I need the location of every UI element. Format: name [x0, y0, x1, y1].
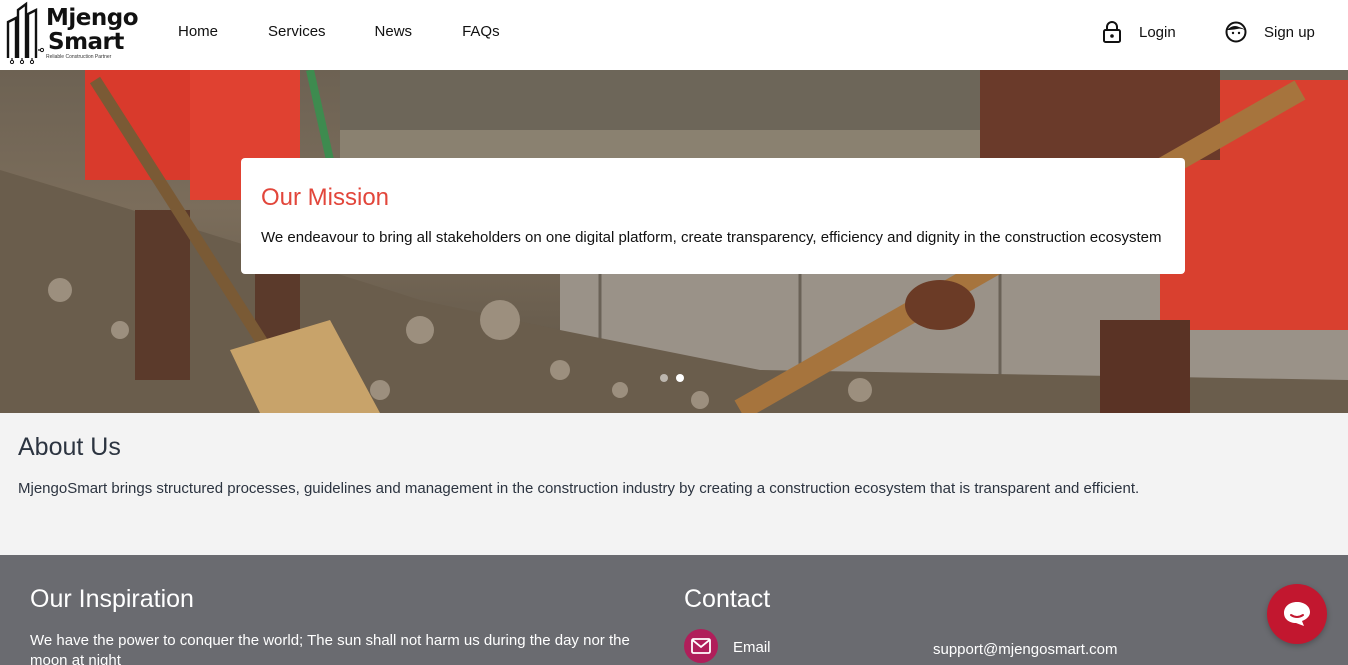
logo-tagline: Reliable Construction Partner — [46, 54, 112, 60]
inspiration-text: We have the power to conquer the world; … — [30, 632, 630, 665]
email-address-link[interactable]: support@mjengosmart.com — [933, 641, 1117, 658]
mission-card: Our Mission We endeavour to bring all st… — [241, 158, 1185, 274]
logo[interactable]: Mjengo Smart Reliable Construction Partn… — [4, 0, 139, 66]
carousel-dot-2[interactable] — [676, 374, 684, 382]
nav-home[interactable]: Home — [178, 23, 218, 40]
about-text: MjengoSmart brings structured processes,… — [18, 480, 1140, 497]
signup-label: Sign up — [1264, 23, 1315, 41]
user-face-icon — [1225, 21, 1247, 43]
carousel-indicators — [660, 374, 692, 382]
about-section: About Us MjengoSmart brings structured p… — [0, 413, 1348, 555]
login-link[interactable]: Login — [1102, 19, 1176, 45]
lock-icon — [1103, 21, 1121, 43]
email-label: Email — [733, 639, 771, 656]
inspiration-title: Our Inspiration — [30, 585, 194, 613]
mission-title: Our Mission — [261, 184, 390, 211]
site-footer: Our Inspiration We have the power to con… — [0, 555, 1348, 665]
hero-carousel[interactable]: Our Mission We endeavour to bring all st… — [0, 70, 1348, 413]
login-label: Login — [1139, 23, 1176, 41]
chat-bubble-icon — [1284, 602, 1310, 626]
nav-faqs[interactable]: FAQs — [462, 23, 500, 40]
logo-name-line1: Mjengo — [46, 5, 139, 31]
nav-news[interactable]: News — [375, 23, 413, 40]
contact-title: Contact — [684, 585, 771, 613]
mission-text: We endeavour to bring all stakeholders o… — [261, 229, 1162, 246]
signup-link[interactable]: Sign up — [1225, 19, 1315, 45]
carousel-dot-1[interactable] — [660, 374, 668, 382]
site-header: Mjengo Smart Reliable Construction Partn… — [0, 0, 1348, 70]
main-nav: Home Services News FAQs — [178, 23, 550, 40]
logo-name-line2: Smart — [48, 29, 124, 55]
chat-widget-button[interactable] — [1267, 584, 1327, 644]
nav-services[interactable]: Services — [268, 23, 326, 40]
envelope-icon — [684, 629, 718, 663]
about-title: About Us — [18, 433, 121, 461]
logo-building-icon — [6, 1, 44, 64]
